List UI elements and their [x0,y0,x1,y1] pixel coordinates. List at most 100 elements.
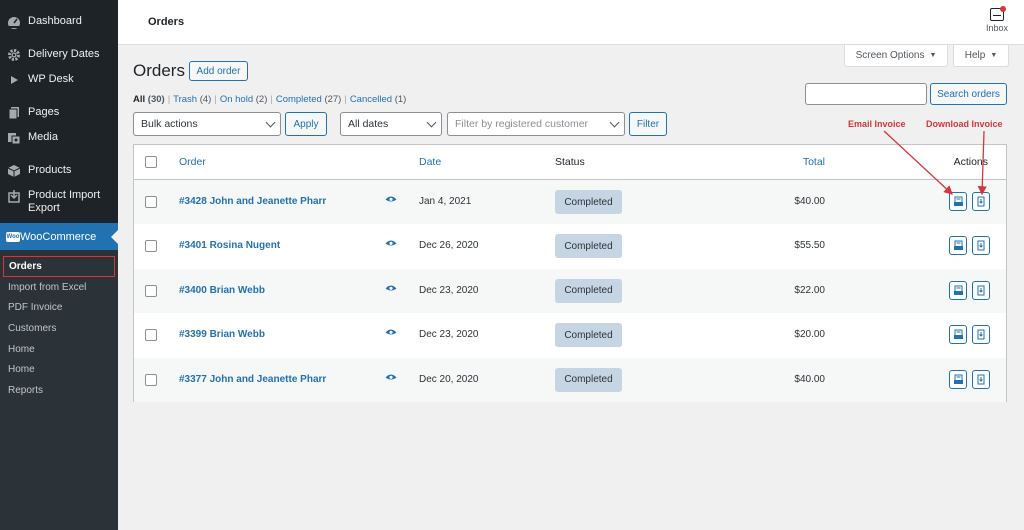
download-invoice-button[interactable] [972,369,990,389]
play-icon [6,72,22,88]
order-link[interactable]: #3401 Rosina Nugent [179,240,280,251]
sidebar-item-product-import-export[interactable]: Product Import Export [0,183,118,221]
sidebar-item-delivery-dates[interactable]: Delivery Dates [0,42,118,67]
admin-sidebar: Dashboard Delivery Dates WP Desk Pages M… [0,0,118,530]
sidebar-item-dashboard[interactable]: Dashboard [0,9,118,34]
filter-button[interactable]: Filter [629,112,667,136]
download-invoice-icon [977,285,985,296]
sidebar-item-label: WooCommerce [20,230,97,243]
eye-icon[interactable] [385,328,397,340]
row-checkbox[interactable] [145,329,157,342]
caret-down-icon: ▼ [990,52,998,59]
status-badge: Completed [555,367,622,392]
submenu-item-home-2[interactable]: Home [0,359,118,380]
email-invoice-button[interactable] [949,280,967,300]
bulk-actions-select[interactable]: Bulk actions [133,112,281,136]
order-link[interactable]: #3428 John and Jeanette Pharr [179,196,326,207]
sidebar-item-label: Pages [28,106,60,118]
add-order-button[interactable]: Add order [189,61,248,81]
table-row[interactable]: #3428 John and Jeanette Pharr Jan 4, 2021… [134,180,1006,225]
column-date-header[interactable]: Date [419,156,441,168]
email-invoice-button[interactable] [949,369,967,389]
download-invoice-button[interactable] [972,192,990,211]
table-row[interactable]: #3377 John and Jeanette Pharr Dec 20, 202… [134,357,1006,402]
row-checkbox[interactable] [145,196,157,208]
order-date: Dec 23, 2020 [419,284,479,296]
status-badge: Completed [555,234,622,259]
customer-filter-select[interactable]: Filter by registered customer [447,112,625,136]
status-badge: Completed [555,323,622,348]
bulk-actions-value: Bulk actions [141,118,198,130]
column-total-header[interactable]: Total [803,156,825,168]
orders-table: Order Date Status Total Actions #3428 Jo… [133,144,1007,402]
notification-dot [999,6,1006,12]
order-link[interactable]: #3399 Brian Webb [179,329,265,340]
table-row[interactable]: #3400 Brian Webb Dec 23, 2020 Completed $22… [134,268,1006,314]
gear-icon [6,47,22,63]
order-status-views: All (30) | Trash (4) | On hold (2) | Completed… [133,94,407,105]
table-header: Order Date Status Total Actions [134,145,1006,180]
email-invoice-icon [953,240,963,251]
sidebar-item-label: Delivery Dates [28,48,100,60]
select-all-checkbox[interactable] [145,156,157,168]
order-search-input[interactable] [805,83,927,105]
order-date: Dec 20, 2020 [419,373,479,385]
inbox-button[interactable]: Inbox [986,6,1008,33]
view-completed-link[interactable]: Completed (27) [276,94,342,105]
help-button[interactable]: Help ▼ [953,45,1009,67]
search-orders-button[interactable]: Search orders [930,83,1007,105]
view-on-hold-link[interactable]: On hold (2) [220,94,268,105]
eye-icon[interactable] [385,239,397,251]
sidebar-item-wp-desk[interactable]: WP Desk [0,67,118,92]
submenu-item-reports[interactable]: Reports [0,380,118,401]
download-invoice-button[interactable] [972,280,990,300]
submenu-item-pdf-invoice[interactable]: PDF Invoice [0,298,118,319]
screen-options-button[interactable]: Screen Options ▼ [844,45,948,67]
view-trash-link[interactable]: Trash (4) [173,94,211,105]
sidebar-item-label: Products [28,164,72,176]
status-badge: Completed [555,190,622,214]
column-actions-header: Actions [953,156,988,168]
submenu-item-orders[interactable]: Orders [3,256,115,277]
column-order-header[interactable]: Order [179,156,206,168]
view-cancelled-link[interactable]: Cancelled (1) [350,94,407,105]
woocommerce-logo: Woo [6,231,20,242]
table-row[interactable]: #3399 Brian Webb Dec 23, 2020 Completed $20… [134,313,1006,357]
row-checkbox[interactable] [145,240,157,253]
table-row[interactable]: #3401 Rosina Nugent Dec 26, 2020 Completed… [134,224,1006,268]
submenu-item-import-from-excel[interactable]: Import from Excel [0,277,118,298]
sidebar-item-products[interactable]: Products [0,158,118,183]
eye-icon[interactable] [385,195,397,207]
order-link[interactable]: #3377 John and Jeanette Pharr [179,374,326,385]
order-date: Dec 26, 2020 [419,240,479,252]
eye-icon[interactable] [385,373,397,385]
download-invoice-button[interactable] [972,236,990,256]
apply-button[interactable]: Apply [285,112,327,136]
download-invoice-button[interactable] [972,325,990,345]
order-date: Jan 4, 2021 [419,196,472,207]
email-invoice-button[interactable] [949,236,967,256]
woocommerce-submenu: Orders Import from Excel PDF Invoice Cus… [0,250,118,530]
email-invoice-button[interactable] [949,325,967,345]
header-title: Orders [148,16,185,28]
status-badge: Completed [555,278,622,303]
sidebar-item-woocommerce[interactable]: Woo WooCommerce [0,223,118,250]
sidebar-item-media[interactable]: Media [0,125,118,150]
chevron-down-icon [265,117,276,128]
page-title: Orders [133,61,185,80]
view-all-link[interactable]: All (30) [133,94,165,105]
email-invoice-annotation: Email Invoice [848,119,906,129]
submenu-item-home[interactable]: Home [0,339,118,360]
sidebar-item-pages[interactable]: Pages [0,100,118,125]
inbox-icon [989,6,1006,21]
pages-icon [6,105,22,121]
order-link[interactable]: #3400 Brian Webb [179,285,265,296]
download-invoice-icon [977,240,985,251]
email-invoice-button[interactable] [949,192,967,211]
date-filter-select[interactable]: All dates [340,112,442,136]
row-checkbox[interactable] [145,373,157,386]
row-checkbox[interactable] [145,284,157,297]
eye-icon[interactable] [385,284,397,296]
woocommerce-icon: Woo [6,231,20,242]
submenu-item-customers[interactable]: Customers [0,318,118,339]
